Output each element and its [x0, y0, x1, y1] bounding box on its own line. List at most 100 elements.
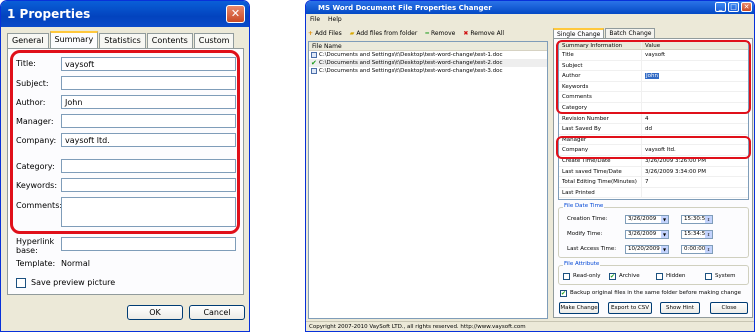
- add-files-label: Add Files: [315, 29, 342, 37]
- table-row[interactable]: Total Editing Time(Minutes) 7: [559, 177, 748, 188]
- backup-label: Backup original files in the same folder…: [570, 290, 742, 296]
- table-row[interactable]: Last Saved By dd: [559, 124, 748, 135]
- close-icon[interactable]: ✕: [226, 5, 245, 23]
- tab-summary[interactable]: Summary: [49, 31, 99, 48]
- row-value[interactable]: 7: [641, 177, 748, 187]
- remove-button[interactable]: ━ Remove: [425, 30, 455, 37]
- menu-help[interactable]: Help: [328, 16, 342, 23]
- export-csv-button[interactable]: Export to CSV: [608, 302, 652, 314]
- group-title: File Date Time: [563, 203, 605, 209]
- maximize-icon[interactable]: □: [728, 2, 739, 12]
- tab-custom[interactable]: Custom: [193, 33, 235, 48]
- table-row[interactable]: Last saved Time/Date 3/26/2009 3:34:00 PM: [559, 166, 748, 178]
- highlight-frame: [556, 40, 751, 114]
- group-title: File Attribute: [563, 261, 601, 267]
- spinner-icon[interactable]: ⇕: [705, 216, 712, 223]
- tab-single-change[interactable]: Single Change: [553, 28, 605, 38]
- add-files-button[interactable]: + Add Files: [308, 30, 342, 37]
- last-access-date-picker[interactable]: 10/20/2009 ▼: [625, 245, 669, 254]
- hidden-label: Hidden: [666, 273, 686, 279]
- ok-button[interactable]: OK: [127, 305, 183, 320]
- app-title: MS Word Document File Properties Changer: [318, 3, 492, 12]
- date-value: 10/20/2009: [628, 246, 660, 252]
- remove-all-button[interactable]: ✖ Remove All: [463, 30, 504, 37]
- doc-icon: [311, 68, 317, 74]
- minimize-icon[interactable]: _: [715, 2, 726, 12]
- backup-checkbox[interactable]: ✔: [560, 290, 567, 297]
- creation-date-picker[interactable]: 3/26/2009 ▼: [625, 215, 669, 224]
- chevron-down-icon[interactable]: ▼: [661, 231, 668, 238]
- show-hint-button[interactable]: Show Hint: [660, 302, 700, 314]
- make-change-button[interactable]: Make Change: [559, 302, 599, 314]
- list-item[interactable]: C:\Documents and Settings\t\Desktop\test…: [309, 67, 547, 75]
- row-key: Revision Number: [562, 115, 609, 122]
- app-tabs: Single Change Batch Change: [553, 28, 656, 38]
- read-only-checkbox[interactable]: [563, 273, 570, 280]
- archive-label: Archive: [619, 273, 640, 279]
- file-path: C:\Documents and Settings\t\Desktop\test…: [319, 68, 503, 74]
- modify-time-label: Modify Time:: [567, 231, 603, 237]
- remove-icon: ━: [425, 29, 429, 37]
- toolbar: + Add Files ▰ Add files from folder ━ Remov…: [308, 27, 504, 39]
- row-key: Total Editing Time(Minutes): [562, 179, 637, 186]
- app-window: MS Word Document File Properties Changer…: [305, 0, 755, 332]
- last-access-time-label: Last Access Time:: [567, 246, 617, 252]
- file-list[interactable]: File Name C:\Documents and Settings\t\De…: [308, 41, 548, 319]
- highlight-frame: [556, 136, 751, 159]
- creation-time-label: Creation Time:: [567, 216, 608, 222]
- creation-time-picker[interactable]: 15:30:59 ⇕: [681, 215, 713, 224]
- add-folder-label: Add files from folder: [356, 29, 418, 37]
- hidden-checkbox[interactable]: [656, 273, 663, 280]
- row-value[interactable]: [641, 187, 748, 198]
- read-only-label: Read-only: [573, 273, 601, 279]
- modify-time-picker[interactable]: 15:34:50 ⇕: [681, 230, 713, 239]
- app-titlebar: MS Word Document File Properties Changer…: [306, 1, 754, 14]
- summary-tab-panel: Title: vaysoft Subject: Author: John Man…: [7, 48, 244, 295]
- chevron-down-icon[interactable]: ▼: [661, 246, 668, 253]
- row-value[interactable]: dd: [641, 124, 748, 134]
- tab-contents[interactable]: Contents: [146, 33, 193, 48]
- close-icon[interactable]: ✕: [741, 2, 752, 12]
- save-preview-label: Save preview picture: [31, 278, 116, 287]
- dialog-title: 1 Properties: [7, 7, 91, 21]
- file-path: C:\Documents and Settings\t\Desktop\test…: [319, 52, 503, 58]
- table-row[interactable]: Last Printed: [559, 187, 748, 199]
- system-label: System: [715, 273, 736, 279]
- time-value: 0:00:00: [684, 246, 706, 252]
- close-button[interactable]: Close: [710, 302, 748, 314]
- cancel-button[interactable]: Cancel: [189, 305, 245, 320]
- archive-checkbox[interactable]: ✔: [609, 273, 616, 280]
- list-item[interactable]: ✔ C:\Documents and Settings\t\Desktop\tes…: [309, 59, 547, 67]
- row-value[interactable]: 3/26/2009 3:34:00 PM: [641, 166, 748, 177]
- folder-icon: ▰: [349, 29, 355, 37]
- table-row[interactable]: Revision Number 4: [559, 113, 748, 125]
- file-list-header: File Name: [309, 42, 547, 51]
- chevron-down-icon[interactable]: ▼: [661, 216, 668, 223]
- last-access-time-picker[interactable]: 0:00:00 ⇕: [681, 245, 713, 254]
- save-preview-checkbox[interactable]: [16, 278, 26, 288]
- menu-bar: File Help: [306, 14, 754, 24]
- list-item[interactable]: C:\Documents and Settings\t\Desktop\test…: [309, 51, 547, 59]
- tab-statistics[interactable]: Statistics: [99, 33, 146, 48]
- hyperlink-label: Hyperlink base:: [16, 237, 55, 255]
- tab-batch-change[interactable]: Batch Change: [605, 28, 656, 38]
- remove-label: Remove: [430, 29, 456, 37]
- doc-icon: [311, 52, 317, 58]
- add-folder-button[interactable]: ▰ Add files from folder: [350, 30, 418, 37]
- modify-date-picker[interactable]: 3/26/2009 ▼: [625, 230, 669, 239]
- single-change-panel: Summary Information Value Title vaysoft S…: [553, 38, 753, 318]
- add-icon: +: [308, 29, 314, 37]
- spinner-icon[interactable]: ⇕: [705, 246, 712, 253]
- menu-file[interactable]: File: [310, 16, 320, 23]
- file-path: C:\Documents and Settings\t\Desktop\test…: [319, 60, 503, 66]
- row-value[interactable]: 4: [641, 113, 748, 124]
- tab-general[interactable]: General: [7, 33, 49, 48]
- system-checkbox[interactable]: [705, 273, 712, 280]
- remove-all-label: Remove All: [470, 29, 505, 37]
- properties-dialog: 1 Properties ✕ General Summary Statistic…: [0, 0, 250, 332]
- status-bar: Copyright 2007-2010 VaySoft LTD., all ri…: [306, 321, 754, 331]
- spinner-icon[interactable]: ⇕: [705, 231, 712, 238]
- date-value: 3/26/2009: [628, 231, 657, 237]
- hyperlink-field[interactable]: [61, 237, 236, 251]
- checkmark-icon: ✔: [311, 59, 317, 67]
